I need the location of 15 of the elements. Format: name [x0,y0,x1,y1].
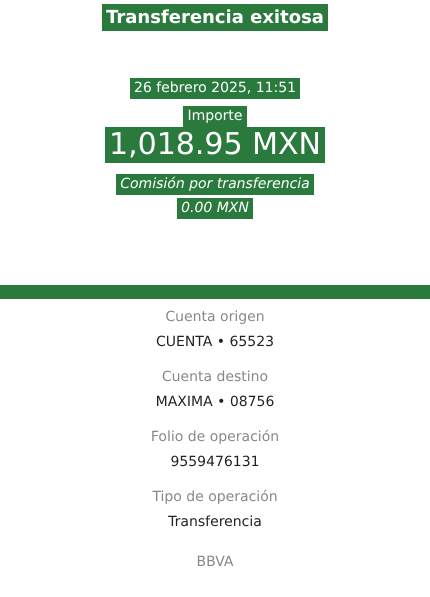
detail-label: Cuenta origen [165,309,265,325]
fee-amount: 0.00 MXN [177,198,253,219]
bank-name: BBVA [196,554,234,570]
detail-value: 9559476131 [170,454,260,470]
amount-label: Importe [183,106,247,127]
transfer-date: 26 febrero 2025, 11:51 [130,78,300,99]
detail-label: Cuenta destino [162,369,268,385]
detail-value: CUENTA • 65523 [156,334,274,350]
detail-value: MAXIMA • 08756 [156,394,274,410]
detail-label: Folio de operación [150,429,280,445]
detail-value: Transferencia [168,514,262,530]
transfer-amount: 1,018.95 MXN [104,127,325,163]
success-title: Transferencia exitosa [102,4,328,31]
fee-label: Comisión por transferencia [116,174,314,195]
detail-label: Tipo de operación [152,489,278,505]
